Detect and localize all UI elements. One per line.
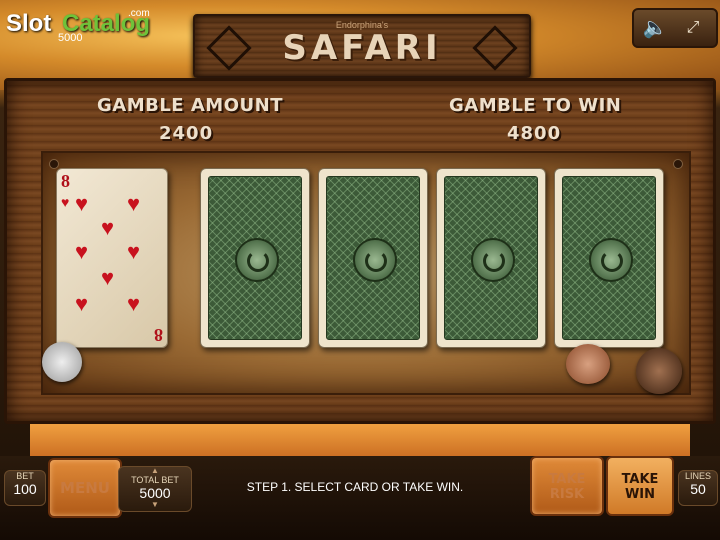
heart-pip-icon: ♥	[75, 291, 89, 316]
card-emblem-icon	[353, 238, 397, 282]
top-right-controls: 🔈 ⤢	[632, 8, 718, 48]
heart-suit-icon: ♥	[61, 194, 70, 210]
bet-label: BET	[16, 471, 34, 481]
heart-pip-icon: ♥	[75, 191, 89, 216]
savanna-horizon	[30, 424, 690, 460]
take-risk-button[interactable]: TAKE RISK	[530, 456, 604, 516]
bet-value: 100	[13, 481, 37, 497]
silver-coin-icon	[42, 342, 82, 382]
heart-pip-icon: ♥	[127, 191, 141, 216]
total-bet-label: TOTAL BET	[131, 475, 179, 485]
lines-display: LINES 50	[678, 470, 718, 506]
game-title-board: Endorphina's SAFARI	[193, 14, 531, 78]
dealer-card: 8 ♥ ♥ ♥ ♥ ♥ ♥ ♥ ♥ ♥ 8	[56, 168, 168, 348]
gamble-amount-value: 2400	[159, 123, 214, 144]
slotcatalog-logo: Slot Catalog .com 5000	[6, 8, 156, 44]
heart-pip-icon: ♥	[127, 291, 141, 316]
logo-com-text: .com	[128, 8, 150, 19]
fullscreen-icon[interactable]: ⤢	[678, 14, 708, 42]
speaker-icon[interactable]: 🔈	[640, 14, 670, 42]
menu-button[interactable]: MENU	[48, 458, 122, 518]
screw-icon	[49, 159, 59, 169]
hidden-card-2[interactable]	[318, 168, 428, 348]
gamble-to-win-label: GAMBLE TO WIN	[449, 95, 622, 116]
take-risk-label: TAKE RISK	[548, 472, 586, 502]
gamble-to-win-value: 4800	[507, 123, 562, 144]
lines-value: 50	[690, 481, 706, 497]
heart-pip-icon: ♥	[75, 239, 89, 264]
gamble-amount-label: GAMBLE AMOUNT	[97, 95, 283, 116]
game-screen: Slot Catalog .com 5000 Endorphina's SAFA…	[0, 0, 720, 540]
heart-pip-icon: ♥	[101, 265, 115, 290]
logo-sub-value: 5000	[58, 32, 83, 44]
copper-coin-icon	[566, 344, 610, 384]
hidden-card-1[interactable]	[200, 168, 310, 348]
card-emblem-icon	[471, 238, 515, 282]
card-emblem-icon	[235, 238, 279, 282]
chevron-up-icon[interactable]: ▲	[119, 467, 191, 475]
bronze-coin-icon	[636, 348, 682, 394]
heart-pip-icon: ♥	[127, 239, 141, 264]
take-win-button[interactable]: TAKE WIN	[606, 456, 674, 516]
game-title: SAFARI	[282, 28, 442, 68]
status-message: STEP 1. SELECT CARD OR TAKE WIN.	[246, 480, 464, 494]
card-rank-bottom: 8	[154, 325, 163, 345]
card-emblem-icon	[589, 238, 633, 282]
hidden-card-3[interactable]	[436, 168, 546, 348]
take-win-label: TAKE WIN	[621, 472, 659, 502]
hidden-card-4[interactable]	[554, 168, 664, 348]
heart-pip-icon: ♥	[101, 215, 115, 240]
lines-label: LINES	[684, 471, 711, 481]
card-rank-top: 8	[61, 171, 70, 191]
chevron-down-icon[interactable]: ▼	[119, 501, 191, 509]
total-bet-display[interactable]: ▲ TOTAL BET 5000 ▼	[118, 466, 192, 512]
control-bar: BET 100 MENU ▲ TOTAL BET 5000 ▼ STEP 1. …	[0, 456, 720, 540]
screw-icon	[673, 159, 683, 169]
logo-slot-text: Slot	[6, 10, 52, 37]
bet-display: BET 100	[4, 470, 46, 506]
total-bet-value: 5000	[139, 485, 171, 501]
